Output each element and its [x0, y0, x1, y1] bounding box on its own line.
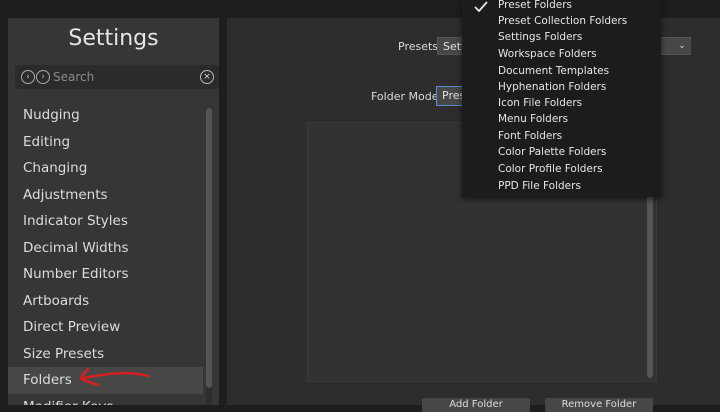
presets-label: Presets [398, 40, 439, 53]
sidebar-scroll-thumb[interactable] [206, 108, 212, 388]
sidebar-title: Settings [68, 26, 159, 51]
search-box: ‹ › × [15, 65, 219, 89]
sidebar-item-changing[interactable]: Changing [8, 155, 203, 182]
sidebar-item-indicator-styles[interactable]: Indicator Styles [8, 208, 203, 235]
folder-mode-label: Folder Mode [371, 90, 439, 103]
menu-item-font-folders[interactable]: Font Folders [498, 130, 562, 142]
sidebar-scrollbar[interactable] [206, 108, 212, 405]
menu-item-settings-folders[interactable]: Settings Folders [498, 31, 582, 43]
add-folder-button[interactable]: Add Folder [422, 398, 530, 412]
menu-item-preset-folders[interactable]: Preset Folders [498, 0, 572, 11]
sidebar-item-editing[interactable]: Editing [8, 129, 203, 156]
sidebar-item-direct-preview[interactable]: Direct Preview [8, 314, 203, 341]
back-icon[interactable]: ‹ [21, 70, 35, 84]
forward-icon[interactable]: › [36, 70, 50, 84]
folder-mode-dropdown-menu: Preset Folders Preset Collection Folders… [462, 0, 661, 197]
menu-item-hyphenation-folders[interactable]: Hyphenation Folders [498, 81, 606, 93]
sidebar-item-decimal-widths[interactable]: Decimal Widths [8, 235, 203, 262]
sidebar-item-artboards[interactable]: Artboards [8, 288, 203, 315]
red-arrow-annotation [79, 367, 150, 386]
sidebar-item-modifier-keys[interactable]: Modifier Keys [8, 394, 203, 406]
folder-list-scrollbar[interactable] [647, 195, 653, 378]
checkmark-icon [474, 1, 488, 12]
chevron-down-icon[interactable]: ⌄ [673, 40, 691, 53]
sidebar-item-nudging[interactable]: Nudging [8, 102, 203, 129]
menu-item-icon-file-folders[interactable]: Icon File Folders [498, 97, 582, 109]
menu-item-preset-collection-folders[interactable]: Preset Collection Folders [498, 15, 627, 27]
menu-item-workspace-folders[interactable]: Workspace Folders [498, 48, 597, 60]
menu-item-color-palette-folders[interactable]: Color Palette Folders [498, 146, 606, 158]
search-input[interactable] [53, 69, 193, 85]
sidebar-item-adjustments[interactable]: Adjustments [8, 182, 203, 209]
clear-search-icon[interactable]: × [200, 70, 214, 84]
sidebar-item-number-editors[interactable]: Number Editors [8, 261, 203, 288]
menu-item-ppd-file-folders[interactable]: PPD File Folders [498, 180, 581, 192]
settings-category-list: Nudging Editing Changing Adjustments Ind… [8, 102, 203, 405]
menu-item-menu-folders[interactable]: Menu Folders [498, 113, 568, 125]
settings-sidebar: Settings ‹ › × Nudging Editing Changing … [8, 18, 219, 405]
menu-item-document-templates[interactable]: Document Templates [498, 65, 609, 77]
remove-folder-button[interactable]: Remove Folder [545, 398, 653, 412]
menu-item-color-profile-folders[interactable]: Color Profile Folders [498, 163, 603, 175]
